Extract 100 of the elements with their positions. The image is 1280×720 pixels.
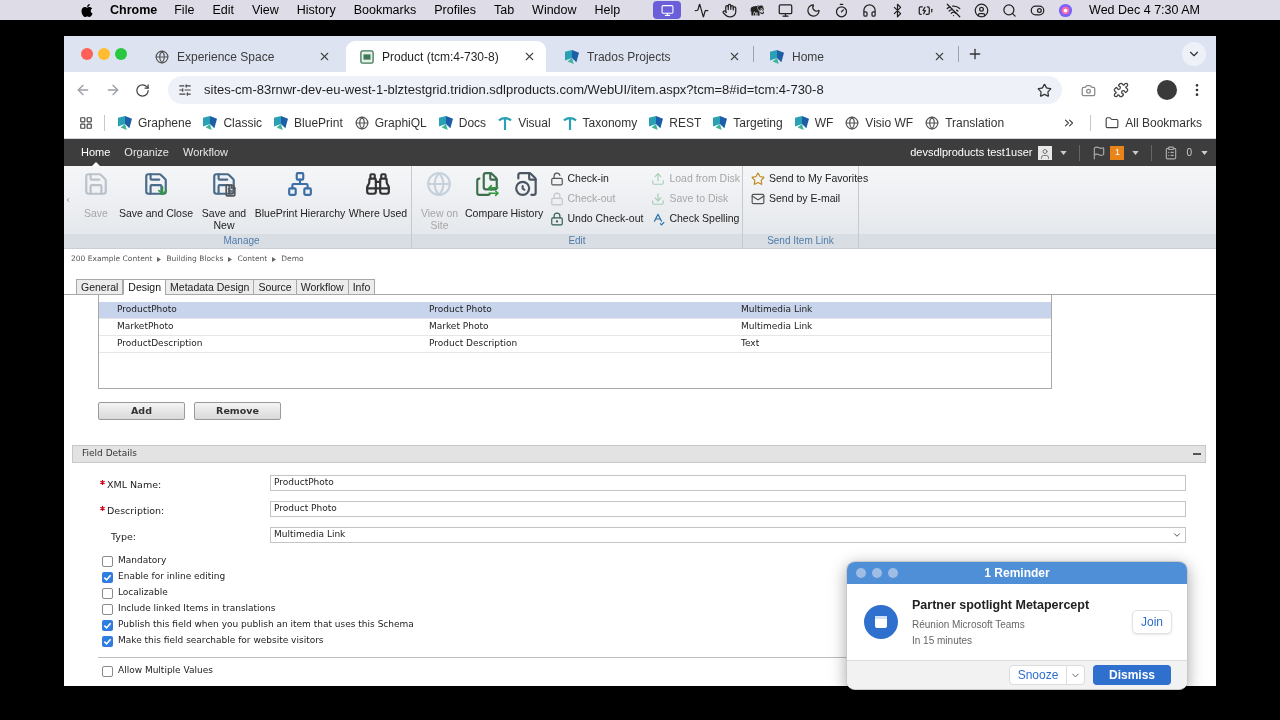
search-icon[interactable] (1002, 2, 1018, 18)
ribbon-button[interactable]: Where Used (348, 166, 408, 232)
table-action-button[interactable]: Remove (194, 402, 281, 420)
bookmark[interactable]: GraphiQL (354, 114, 427, 132)
reload-icon[interactable] (135, 82, 150, 98)
apple-icon[interactable] (80, 2, 94, 18)
menu-item[interactable]: Edit (212, 0, 234, 20)
menu-item[interactable]: Bookmarks (353, 0, 417, 20)
menu-item[interactable]: Profiles (434, 0, 476, 20)
bookmark[interactable]: Translation (925, 114, 1005, 132)
dismiss-button[interactable]: Dismiss (1093, 665, 1171, 685)
nav-tab[interactable]: Organize (117, 139, 176, 166)
text-field[interactable]: Product Photo (270, 501, 1186, 517)
nav-tab[interactable]: Workflow (176, 139, 235, 166)
all-bookmarks-button[interactable]: All Bookmarks (1105, 114, 1202, 132)
profile-avatar-icon[interactable] (1157, 80, 1177, 100)
caret-icon[interactable] (1201, 150, 1208, 155)
nav-tab[interactable]: Home (74, 139, 118, 166)
ribbon-button[interactable]: Undo Check-out (549, 209, 646, 229)
ribbon-button[interactable]: Compare (465, 166, 509, 232)
hand-icon[interactable] (722, 2, 738, 18)
tab[interactable]: Design (123, 279, 167, 295)
monitor-tile-icon[interactable] (653, 1, 682, 19)
browser-tab[interactable]: Home (756, 41, 956, 72)
checkbox[interactable] (102, 571, 113, 583)
back-icon[interactable] (75, 82, 91, 98)
menu-item[interactable]: Window (532, 0, 577, 20)
ribbon-button[interactable]: BluePrint Hierarchy (254, 166, 346, 232)
pulse-line-icon[interactable] (694, 2, 710, 18)
clipboard-icon[interactable] (1164, 145, 1179, 160)
site-settings-icon[interactable] (178, 83, 192, 97)
wifi-off-icon[interactable] (946, 2, 962, 18)
bookmark[interactable]: WF (794, 114, 834, 132)
bookmark[interactable]: Classic (203, 114, 263, 132)
menu-item[interactable]: File (174, 0, 195, 20)
timer-icon[interactable] (834, 2, 850, 18)
ribbon-button[interactable]: History (510, 166, 544, 232)
browser-tab[interactable]: Trados Projects (551, 41, 751, 72)
checkbox[interactable] (102, 603, 113, 615)
app-menu[interactable]: Chrome (110, 0, 158, 20)
bookmark[interactable]: Docs (438, 114, 487, 132)
menu-item[interactable]: Help (594, 0, 621, 20)
user-avatar-icon[interactable] (1038, 145, 1053, 160)
bookmark[interactable]: Visio WF (845, 114, 914, 132)
table-row[interactable]: ProductDescription Product Description Text (99, 336, 1051, 353)
ribbon-button[interactable]: Send by E-mail (751, 189, 871, 209)
checkbox[interactable] (102, 587, 113, 599)
close-icon[interactable] (728, 50, 741, 63)
ribbon-button[interactable]: Save and Close (118, 166, 194, 232)
flag-icon[interactable] (1092, 145, 1107, 160)
checkbox[interactable] (102, 555, 113, 567)
menu-item[interactable]: History (296, 0, 336, 20)
close-icon[interactable] (933, 50, 946, 63)
menu-item[interactable]: View (251, 0, 279, 20)
address-bar[interactable]: sites-cm-83rnwr-dev-eu-west-1-blztestgrid.tridion.sdlproducts.com/WebUI/item.aspx?tcm=8#id=tcm:4-730-8 (168, 76, 1062, 104)
apps-grid-icon[interactable] (79, 116, 93, 130)
control-toggles-icon[interactable] (1030, 2, 1046, 18)
table-action-button[interactable]: Add (98, 402, 185, 420)
tab[interactable]: Source (253, 279, 297, 295)
browser-tab[interactable]: Experience Space (141, 41, 341, 72)
bookmark[interactable]: REST (649, 114, 702, 132)
ribbon-button[interactable]: Check-in (549, 169, 646, 189)
checkbox[interactable] (102, 619, 113, 631)
tab[interactable]: Metadata Design (165, 279, 255, 295)
text-field[interactable]: ProductPhoto (270, 475, 1186, 491)
menu-item[interactable]: Tab (493, 0, 515, 20)
checkbox[interactable] (102, 635, 113, 647)
tab[interactable]: General (76, 279, 124, 295)
bookmark-star-icon[interactable] (1037, 82, 1052, 98)
bookmark[interactable]: Targeting (713, 114, 783, 132)
bookmark[interactable]: BluePrint (274, 114, 343, 132)
ribbon-button[interactable]: Check Spelling (651, 209, 742, 229)
bookmark[interactable]: Taxonomy (562, 114, 638, 132)
orb-icon[interactable] (1058, 2, 1074, 18)
ribbon-button[interactable]: Send to My Favorites (751, 169, 871, 189)
extensions-icon[interactable] (1113, 82, 1129, 98)
checkbox[interactable] (102, 665, 113, 677)
tab[interactable]: Workflow (295, 279, 349, 295)
camera-icon[interactable] (1081, 82, 1096, 98)
bookmark[interactable]: Graphene (118, 114, 192, 132)
browser-tab[interactable]: Product (tcm:4-730-8) (346, 41, 546, 72)
headphones-icon[interactable] (862, 2, 878, 18)
join-button[interactable]: Join (1132, 610, 1172, 634)
new-tab-icon[interactable] (967, 46, 983, 62)
ribbon-button[interactable]: Save and New (196, 166, 252, 232)
moon-icon[interactable] (806, 2, 822, 18)
tab[interactable]: Info (347, 279, 376, 295)
caret-icon[interactable] (1060, 150, 1068, 155)
table-row[interactable]: ProductPhoto Product Photo Multimedia Link (99, 302, 1051, 319)
snooze-button[interactable]: Snooze (1009, 665, 1067, 685)
elephant-icon[interactable] (750, 2, 766, 18)
monitor-icon[interactable] (778, 2, 794, 18)
close-icon[interactable] (318, 50, 331, 63)
bookmark[interactable]: Visual (498, 114, 551, 132)
type-dropdown[interactable]: Multimedia Link (270, 527, 1186, 543)
user-circle-icon[interactable] (974, 2, 990, 18)
table-row[interactable]: MarketPhoto Market Photo Multimedia Link (99, 319, 1051, 336)
user-name[interactable]: devsdlproducts test1user (910, 144, 1033, 161)
tab-search-button[interactable] (1182, 42, 1206, 66)
caret-icon[interactable] (1132, 150, 1140, 155)
